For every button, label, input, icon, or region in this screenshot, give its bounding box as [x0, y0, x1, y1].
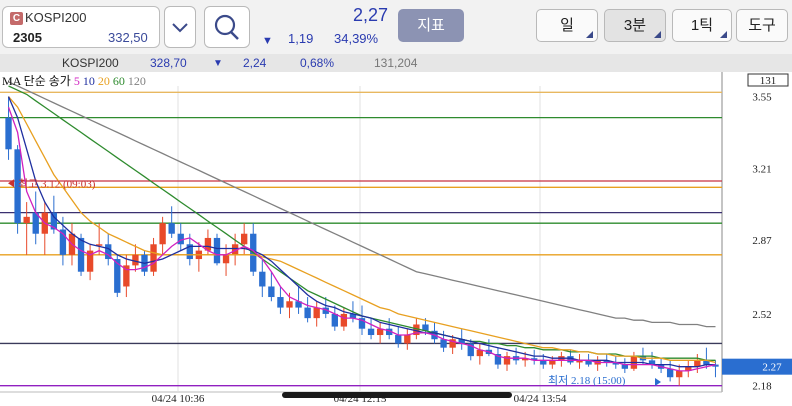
down-arrow-icon: ▼ — [213, 58, 223, 69]
tick-button-label: 1틱 — [690, 17, 714, 34]
underlying-bar: KOSPI200 328,70 ▼ 2,24 0,68% 131,204 — [0, 54, 792, 72]
x-tick-label: 04/24 13:54 — [514, 393, 567, 405]
y-tick-label: 2.18 — [752, 381, 772, 393]
candle-body — [404, 335, 411, 344]
tools-button[interactable]: 도구 — [736, 9, 788, 42]
search-button[interactable] — [204, 6, 250, 48]
candle-body — [23, 216, 30, 224]
candle-body — [367, 328, 375, 336]
ma60-label: 60 — [112, 74, 125, 88]
high-annotation: 최고 3.12 (09:03) — [18, 177, 96, 190]
ma120-label: 120 — [127, 74, 146, 88]
price-change: 1,19 — [288, 31, 314, 46]
symbol-name: KOSPI200 — [25, 10, 87, 25]
candle-body — [222, 254, 230, 264]
current-price-tag: 2.27 — [762, 362, 782, 374]
corner-triangle-icon — [586, 31, 593, 38]
underlying-value: 328,70 — [150, 56, 187, 70]
underlying-volume: 131,204 — [374, 56, 418, 70]
candle-body — [286, 301, 293, 308]
scroll-indicator — [282, 392, 512, 398]
candle — [213, 233, 221, 266]
underlying-percent: 0,68% — [300, 56, 335, 70]
ma20-label: 20 — [97, 74, 110, 88]
period-button-label: 3분 — [623, 17, 647, 34]
y-tick-label: 2.52 — [752, 309, 771, 321]
candle-body — [395, 335, 402, 344]
candle-body — [5, 117, 12, 150]
symbol-badge: C — [10, 12, 23, 25]
y-tick-label: 3.55 — [752, 92, 772, 104]
candle-body — [440, 339, 447, 348]
chevron-down-icon — [172, 23, 188, 33]
candle-body — [676, 370, 683, 378]
y-tick-label: 2.87 — [752, 235, 772, 247]
day-button-label: 일 — [560, 17, 574, 34]
indicator-button[interactable]: 지표 — [398, 9, 464, 42]
volume-tag: 131 — [760, 75, 777, 87]
low-annotation: 최저 2.18 (15:00) — [548, 374, 626, 387]
candle-body — [268, 286, 275, 298]
candle-body — [159, 223, 166, 245]
candle-body — [213, 237, 221, 264]
current-price: 2,27 — [352, 5, 388, 25]
candle-body — [304, 307, 311, 319]
candle-body — [277, 297, 284, 308]
candle-body — [259, 271, 266, 287]
down-arrow-icon: ▼ — [262, 35, 273, 47]
tools-button-label: 도구 — [748, 17, 776, 34]
ma10-label: 10 — [82, 74, 95, 88]
tick-button[interactable]: 1틱 — [672, 9, 732, 42]
period-button[interactable]: 3분 — [604, 9, 666, 42]
corner-triangle-icon — [720, 31, 727, 38]
candle-body — [540, 360, 547, 365]
candle-body — [666, 368, 674, 378]
ma5-label: 5 — [73, 74, 80, 88]
top-toolbar: C KOSPI200 2305 332,50 2,27 ▼ 1,19 34,39… — [0, 0, 792, 54]
candle-body — [340, 313, 348, 327]
x-tick-label: 04/24 10:36 — [152, 393, 205, 405]
price-change-percent: 34,39% — [334, 31, 379, 46]
search-icon — [214, 14, 239, 40]
ma-legend-label: MA 단순 송가 — [2, 74, 71, 88]
symbol-code: 2305 — [13, 30, 42, 45]
candle-body — [331, 313, 338, 327]
underlying-change: 2,24 — [243, 56, 267, 70]
candlestick-chart[interactable]: 3.55 3.21 2.87 2.52 2.18 131 2.27 04/24 10:36 04… — [0, 72, 792, 406]
candle-body — [241, 233, 248, 245]
candle-body — [168, 223, 175, 234]
candle-body — [77, 237, 85, 272]
symbol-box[interactable]: C KOSPI200 2305 332,50 — [2, 6, 160, 48]
symbol-index-value: 332,50 — [108, 30, 148, 45]
day-button[interactable]: 일 — [536, 9, 598, 42]
candle-body — [150, 244, 157, 272]
candle-body — [313, 307, 320, 319]
candle-body — [549, 360, 556, 365]
y-tick-label: 3.21 — [752, 163, 771, 175]
corner-triangle-icon — [654, 31, 661, 38]
underlying-name: KOSPI200 — [62, 56, 119, 70]
ma-legend: MA 단순 송가 5 10 20 60 120 — [2, 72, 146, 89]
symbol-dropdown-button[interactable] — [164, 6, 196, 48]
